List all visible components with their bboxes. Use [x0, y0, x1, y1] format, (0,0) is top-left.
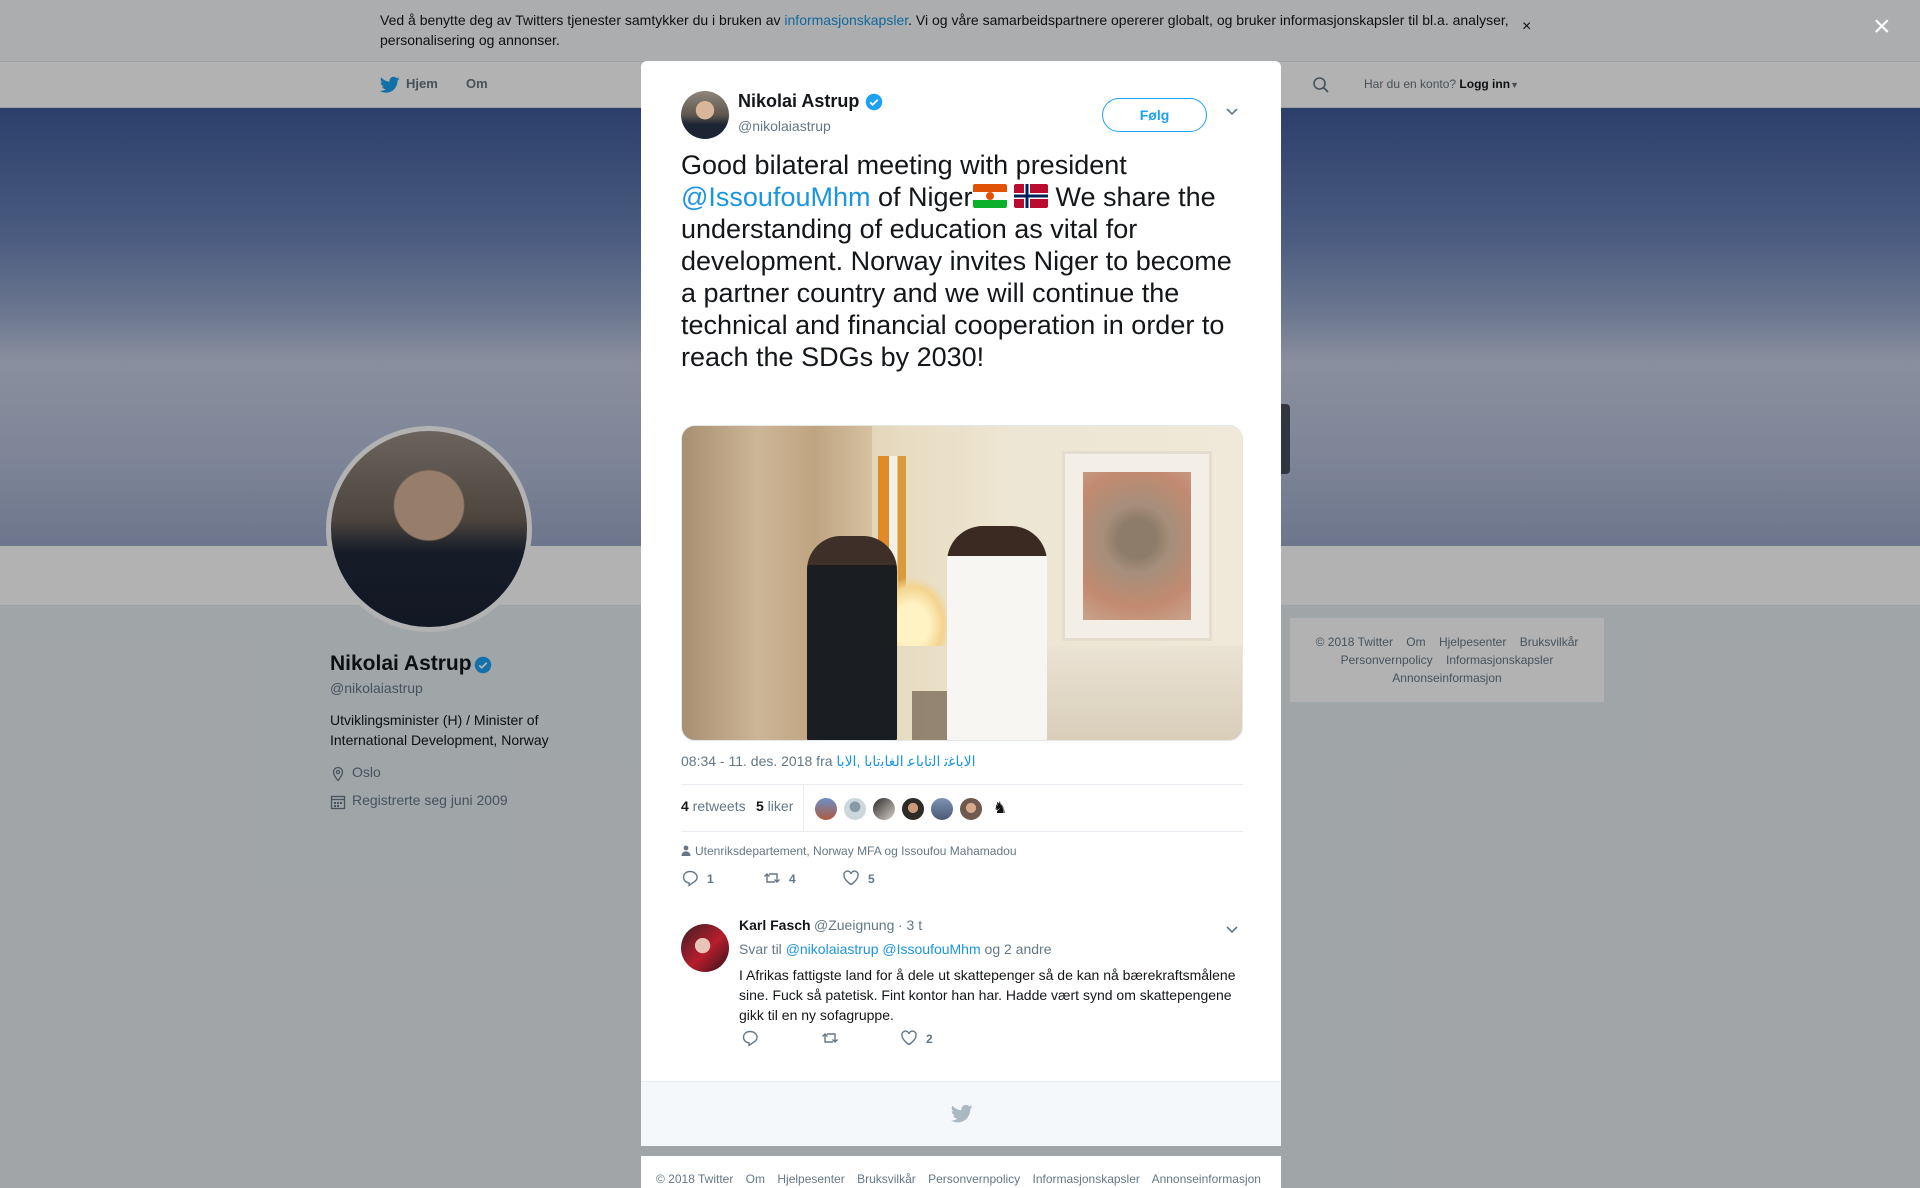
tweet-mention-link[interactable]: @IssoufouMhm — [681, 182, 870, 212]
likes-stat[interactable]: 5 liker — [756, 798, 793, 814]
footer-link[interactable]: Hjelpesenter — [777, 1172, 844, 1186]
reply-tweet[interactable]: Karl Fasch @Zueignung · 3 t Svar til @ni… — [641, 909, 1281, 1049]
footer-link[interactable]: © 2018 Twitter — [656, 1172, 733, 1186]
niger-flag-icon — [972, 184, 1007, 208]
reply-time[interactable]: · 3 t — [898, 917, 922, 933]
retweets-label: retweets — [688, 798, 746, 814]
tweet-modal: Nikolai Astrup @nikolaiastrup Følg Good … — [641, 61, 1281, 1146]
verified-badge-icon — [865, 93, 883, 111]
liker-avatar[interactable] — [872, 797, 896, 821]
reply-actions: 2 — [739, 1029, 1039, 1053]
reply-action[interactable] — [741, 1029, 767, 1053]
liker-avatar[interactable] — [814, 797, 838, 821]
reply-icon — [742, 1030, 758, 1047]
retweets-stat[interactable]: 4 retweets — [681, 798, 746, 814]
heart-icon — [901, 1030, 917, 1046]
retweet-action[interactable] — [821, 1029, 847, 1053]
retweet-action[interactable]: 4 — [763, 869, 796, 893]
likes-count: 5 — [756, 798, 764, 814]
footer-link[interactable]: Personvernpolicy — [928, 1172, 1020, 1186]
liker-avatar[interactable] — [959, 797, 983, 821]
reply-author-handle[interactable]: @Zueignung — [814, 917, 894, 933]
tweet-author-handle[interactable]: @nikolaiastrup — [738, 118, 831, 134]
reply-to-suffix: og 2 andre — [980, 941, 1052, 957]
reply-icon — [682, 870, 698, 887]
chevron-down-icon[interactable] — [1225, 107, 1239, 117]
footer-link[interactable]: Annonseinformasjon — [1152, 1172, 1261, 1186]
reply-author-avatar[interactable] — [681, 924, 729, 972]
reply-to-line: Svar til @nikolaiastrup @IssoufouMhm og … — [739, 941, 1051, 957]
tweet-photo[interactable] — [681, 425, 1243, 741]
footer-link[interactable]: Om — [746, 1172, 765, 1186]
footer-link[interactable]: Informasjonskapsler — [1033, 1172, 1140, 1186]
photo-sofa — [1022, 646, 1242, 740]
twitter-bird-icon — [951, 1104, 973, 1123]
heart-icon — [843, 870, 859, 886]
tweet-author-name[interactable]: Nikolai Astrup — [738, 91, 859, 112]
like-count: 5 — [868, 872, 875, 886]
tweet-text: Good bilateral meeting with president @I… — [681, 149, 1251, 373]
reply-text: I Afrikas fattigste land for å dele ut s… — [739, 967, 1236, 1023]
liker-avatar[interactable] — [930, 797, 954, 821]
norway-flag-icon — [1014, 184, 1049, 208]
tagged-users[interactable]: Utenriksdepartement, Norway MFA og Issou… — [681, 844, 1017, 858]
tweet-text-part: of Niger — [870, 182, 973, 212]
tweet-text-part: Good bilateral meeting with president — [681, 150, 1127, 180]
retweets-count: 4 — [681, 798, 689, 814]
tweet-actions: 1 4 5 — [681, 869, 981, 893]
retweet-count: 4 — [789, 872, 796, 886]
reply-action[interactable]: 1 — [681, 869, 714, 893]
person-icon — [681, 845, 691, 856]
tweet-author-avatar[interactable] — [681, 91, 729, 139]
liker-avatar[interactable]: ♞ — [988, 797, 1012, 821]
like-action[interactable]: 5 — [842, 869, 875, 893]
photo-wall-art — [1062, 451, 1212, 641]
tweet-timestamp: 08:34 - 11. des. 2018 fra ﺍﻟﺎﺑﺎﻏﺗ ﺍﻟﺗﺎﺑﺎ… — [681, 753, 975, 770]
chevron-down-icon[interactable] — [1225, 925, 1239, 935]
footer-link[interactable]: Bruksvilkår — [857, 1172, 916, 1186]
follow-button[interactable]: Følg — [1102, 98, 1207, 132]
retweet-icon — [822, 1033, 838, 1043]
tagged-users-text: Utenriksdepartement, Norway MFA og Issou… — [695, 844, 1017, 858]
tweet-source-link[interactable]: ﺍﻟﺎﺑﺎﻏﺗ ﺍﻟﺗﺎﺑﺎﻋ ﺍﻟﻐﺎﺑﺗﺎﺑﺎ ,ﺍﻟﺎﺑﺎ — [836, 753, 975, 769]
stats-divider — [803, 785, 804, 831]
reply-to-prefix: Svar til — [739, 941, 786, 957]
close-modal-icon[interactable]: × — [1873, 10, 1891, 44]
modal-footer: © 2018 Twitter Om Hjelpesenter Bruksvilk… — [641, 1156, 1281, 1188]
tweet-timestamp-text: 08:34 - 11. des. 2018 fra — [681, 753, 837, 769]
reply-to-mentions[interactable]: @nikolaiastrup @IssoufouMhm — [786, 941, 981, 957]
liker-avatar[interactable] — [843, 797, 867, 821]
photo-person-robe — [947, 526, 1047, 740]
retweet-icon — [764, 873, 780, 883]
reply-count: 1 — [707, 872, 714, 886]
liker-avatar[interactable] — [901, 797, 925, 821]
likes-label: liker — [763, 798, 794, 814]
like-action[interactable]: 2 — [900, 1029, 933, 1053]
modal-bottom-bar — [641, 1081, 1281, 1146]
reply-author-name[interactable]: Karl Fasch — [739, 917, 811, 933]
photo-person-suit — [807, 536, 897, 740]
like-count: 2 — [926, 1032, 933, 1046]
tweet-stats: 4 retweets 5 liker ♞ — [681, 784, 1243, 832]
